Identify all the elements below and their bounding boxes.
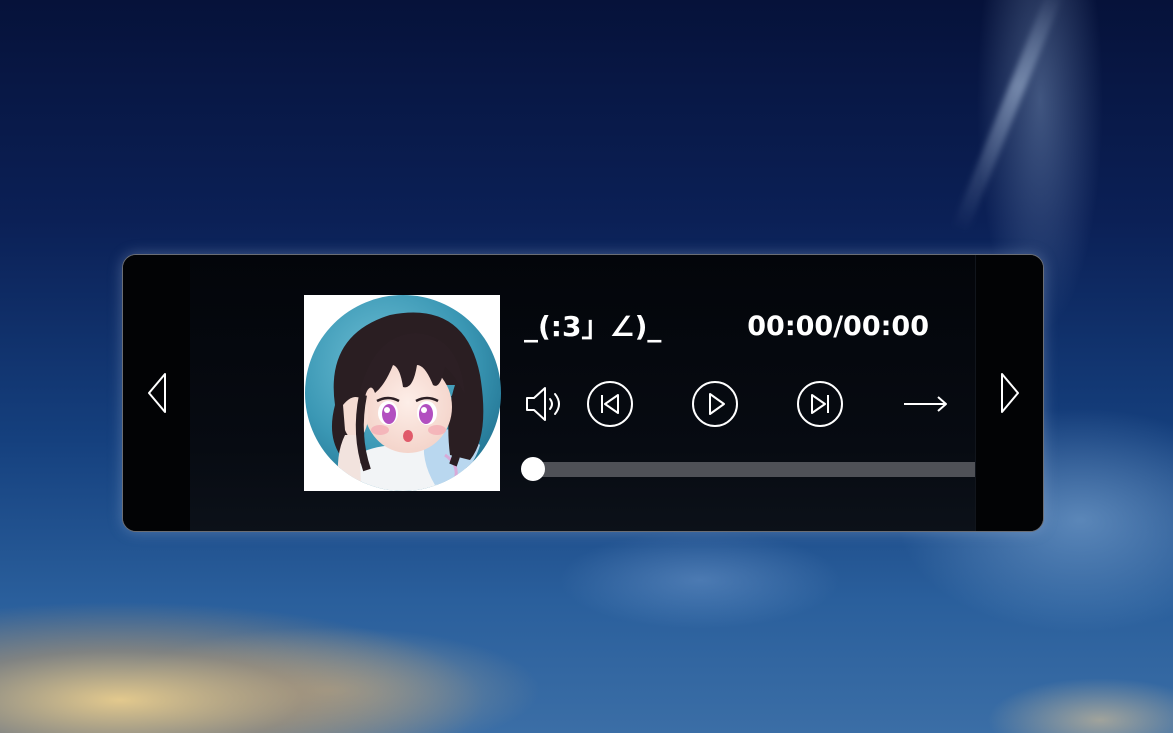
volume-button[interactable] xyxy=(519,379,569,429)
chevron-left-icon xyxy=(147,373,166,413)
play-button[interactable] xyxy=(690,379,740,429)
album-cover xyxy=(304,295,501,491)
song-title: _(:3」∠)_ xyxy=(524,310,662,343)
music-player-widget: _(:3」∠)_ 00:00/00:00 xyxy=(122,254,1044,532)
player-main-area: _(:3」∠)_ 00:00/00:00 xyxy=(190,255,997,531)
chevron-right-icon xyxy=(1000,373,1019,413)
volume-icon xyxy=(526,387,560,421)
progress-bar[interactable] xyxy=(533,462,997,477)
progress-handle[interactable] xyxy=(521,457,545,481)
anime-girl-portrait xyxy=(305,295,501,491)
time-display: 00:00/00:00 xyxy=(747,311,929,342)
skip-next-icon xyxy=(797,381,843,427)
play-mode-button[interactable] xyxy=(901,379,951,429)
skip-previous-icon xyxy=(587,381,633,427)
next-track-button[interactable] xyxy=(795,379,845,429)
previous-track-button[interactable] xyxy=(585,379,635,429)
play-icon xyxy=(692,381,738,427)
next-page-button[interactable] xyxy=(975,255,1043,531)
arrow-right-icon xyxy=(904,396,947,412)
previous-page-button[interactable] xyxy=(123,255,191,531)
album-art-image xyxy=(305,295,501,491)
